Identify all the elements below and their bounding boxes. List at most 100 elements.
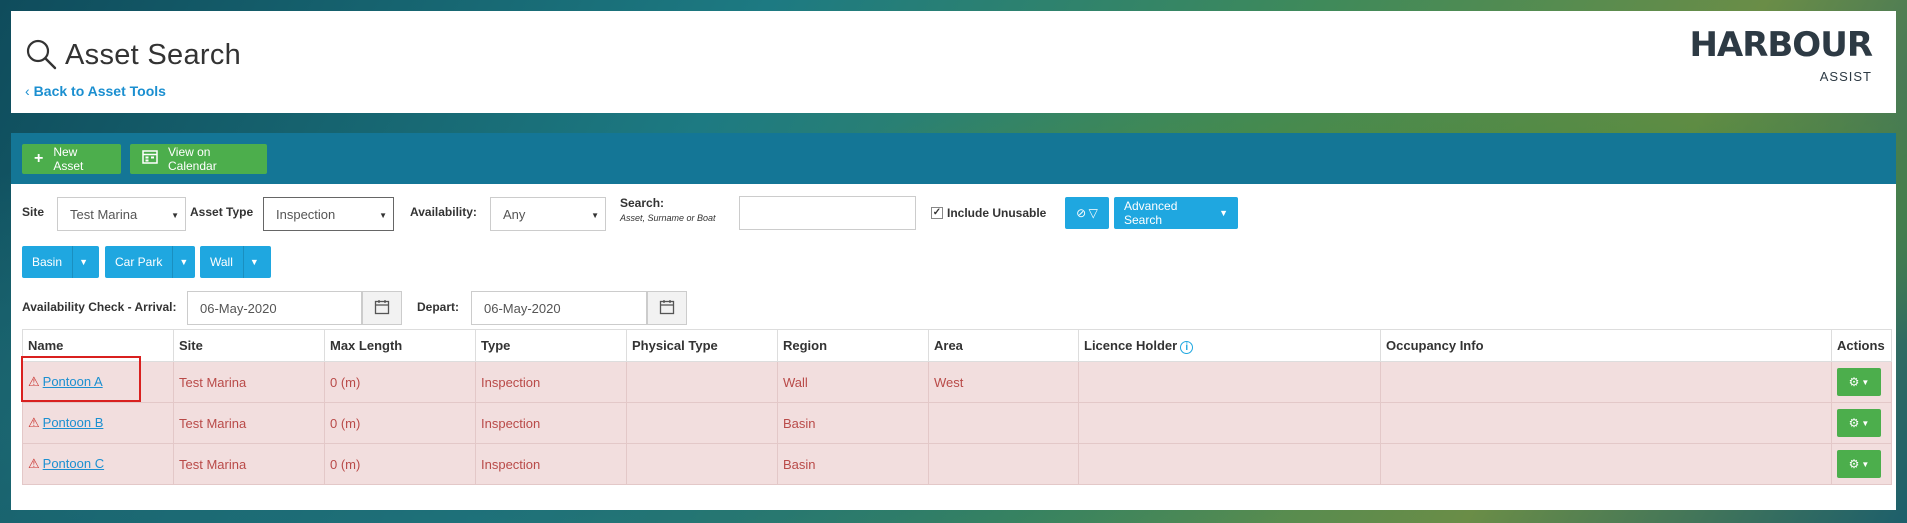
occupancy-cell xyxy=(1380,443,1832,485)
name-cell: ⚠ Pontoon C xyxy=(22,443,174,485)
tag-label: Wall xyxy=(210,255,233,269)
area-cell: West xyxy=(928,361,1079,403)
table-row: ⚠ Pontoon A Test Marina 0 (m) Inspection … xyxy=(22,361,1892,403)
gear-icon: ⚙ xyxy=(1848,416,1860,430)
row-actions-button[interactable]: ⚙ ▼ xyxy=(1837,450,1881,478)
include-unusable-label: Include Unusable xyxy=(947,206,1047,220)
clear-filter-button[interactable]: ⊘ ▽ xyxy=(1065,197,1109,229)
back-to-asset-tools-link[interactable]: ‹ Back to Asset Tools xyxy=(25,83,166,99)
occupancy-cell xyxy=(1380,361,1832,403)
column-header: Actions xyxy=(1831,329,1892,362)
search-input[interactable] xyxy=(739,196,916,230)
column-header-licence-holder[interactable]: Licence Holder i xyxy=(1078,329,1381,362)
site-cell: Test Marina xyxy=(173,402,325,444)
tag-wall-button[interactable]: Wall ▼ xyxy=(200,246,271,278)
asset-type-select-value: Inspection xyxy=(276,206,336,222)
gear-icon: ⚙ xyxy=(1848,375,1860,389)
name-cell: ⚠ Pontoon B xyxy=(22,402,174,444)
calendar-icon xyxy=(374,299,390,318)
licence-holder-cell xyxy=(1078,361,1381,403)
harbour-assist-logo: HARBOUR ASSIST xyxy=(1682,25,1873,87)
licence-holder-cell xyxy=(1078,443,1381,485)
availability-select-value: Any xyxy=(503,206,526,222)
column-header[interactable]: Type xyxy=(475,329,627,362)
area-cell xyxy=(928,443,1079,485)
physical-type-cell xyxy=(626,402,778,444)
asset-type-label: Asset Type xyxy=(190,205,254,219)
calendar-icon xyxy=(142,149,158,169)
chevron-down-icon: ▼ xyxy=(1219,208,1228,218)
caret-down-icon[interactable]: ▼ xyxy=(172,246,194,278)
caret-down-icon: ▼ xyxy=(1861,418,1870,428)
warning-icon: ⚠ xyxy=(28,415,40,430)
page-title: Asset Search xyxy=(65,39,242,71)
caret-down-icon: ▼ xyxy=(591,211,599,220)
area-cell xyxy=(928,402,1079,444)
tag-car-park-button[interactable]: Car Park ▼ xyxy=(105,246,195,278)
info-icon[interactable]: i xyxy=(1180,340,1194,354)
include-unusable-checkbox[interactable]: ✓ Include Unusable xyxy=(931,206,1046,220)
actions-cell: ⚙ ▼ xyxy=(1831,402,1892,444)
type-cell: Inspection xyxy=(475,443,627,485)
table-row: ⚠ Pontoon C Test Marina 0 (m) Inspection … xyxy=(22,443,1892,485)
availability-label: Availability: xyxy=(410,205,477,219)
new-asset-label: New Asset xyxy=(53,145,84,173)
column-header[interactable]: Occupancy Info xyxy=(1380,329,1832,362)
new-asset-button[interactable]: + New Asset xyxy=(22,144,121,174)
max-length-cell: 0 (m) xyxy=(324,361,476,403)
column-header[interactable]: Physical Type xyxy=(626,329,778,362)
arrival-calendar-button[interactable] xyxy=(362,291,402,325)
arrival-date-input[interactable]: 06-May-2020 xyxy=(187,291,362,325)
caret-down-icon[interactable]: ▼ xyxy=(242,246,265,278)
depart-label: Depart: xyxy=(417,300,460,314)
view-on-calendar-button[interactable]: View on Calendar xyxy=(130,144,267,174)
max-length-cell: 0 (m) xyxy=(324,402,476,444)
row-actions-button[interactable]: ⚙ ▼ xyxy=(1837,368,1881,396)
table-row: ⚠ Pontoon B Test Marina 0 (m) Inspection … xyxy=(22,402,1892,444)
search-panel: Site Test Marina ▼ Asset Type Inspection… xyxy=(11,184,1896,510)
caret-down-icon: ▼ xyxy=(379,211,387,220)
site-label: Site xyxy=(22,205,45,219)
column-header[interactable]: Max Length xyxy=(324,329,476,362)
plus-icon: + xyxy=(34,150,44,167)
back-link-label: Back to Asset Tools xyxy=(33,83,166,99)
search-label: Search: xyxy=(620,196,665,210)
tag-label: Car Park xyxy=(115,255,163,269)
licence-holder-cell xyxy=(1078,402,1381,444)
physical-type-cell xyxy=(626,361,778,403)
warning-icon: ⚠ xyxy=(28,456,40,471)
column-header[interactable]: Site xyxy=(173,329,325,362)
logo-main: HARBOUR xyxy=(1689,25,1873,65)
gear-icon: ⚙ xyxy=(1848,457,1860,471)
caret-down-icon: ▼ xyxy=(1861,459,1870,469)
depart-calendar-button[interactable] xyxy=(647,291,687,325)
physical-type-cell xyxy=(626,443,778,485)
asset-name-link[interactable]: Pontoon B xyxy=(43,415,104,430)
depart-date-input[interactable]: 06-May-2020 xyxy=(471,291,647,325)
column-header[interactable]: Region xyxy=(777,329,929,362)
tag-basin-button[interactable]: Basin ▼ xyxy=(22,246,99,278)
site-cell: Test Marina xyxy=(173,443,325,485)
column-header-label: Licence Holder xyxy=(1084,337,1178,353)
checkbox-checked-icon: ✓ xyxy=(931,207,943,219)
site-select[interactable]: Test Marina ▼ xyxy=(57,197,186,231)
tag-label: Basin xyxy=(32,255,63,269)
caret-down-icon: ▼ xyxy=(1861,377,1870,387)
toolbar: + New Asset View on Calendar xyxy=(11,133,1896,184)
asset-results-table: Name Site Max Length Type Physical Type … xyxy=(22,329,1892,485)
actions-cell: ⚙ ▼ xyxy=(1831,361,1892,403)
row-actions-button[interactable]: ⚙ ▼ xyxy=(1837,409,1881,437)
asset-name-link[interactable]: Pontoon C xyxy=(43,456,104,471)
caret-down-icon[interactable]: ▼ xyxy=(72,246,94,278)
table-header-row: Name Site Max Length Type Physical Type … xyxy=(22,329,1892,362)
asset-type-select[interactable]: Inspection ▼ xyxy=(263,197,394,231)
page-header: Asset Search ‹ Back to Asset Tools HARBO… xyxy=(11,11,1896,113)
caret-down-icon: ▼ xyxy=(171,211,179,220)
column-header[interactable]: Area xyxy=(928,329,1079,362)
max-length-cell: 0 (m) xyxy=(324,443,476,485)
highlight-annotation xyxy=(21,356,141,402)
region-cell: Basin xyxy=(777,443,929,485)
advanced-search-button[interactable]: Advanced Search ▼ xyxy=(1114,197,1238,229)
availability-select[interactable]: Any ▼ xyxy=(490,197,606,231)
clear-filter-icon: ⊘ ▽ xyxy=(1076,206,1098,220)
